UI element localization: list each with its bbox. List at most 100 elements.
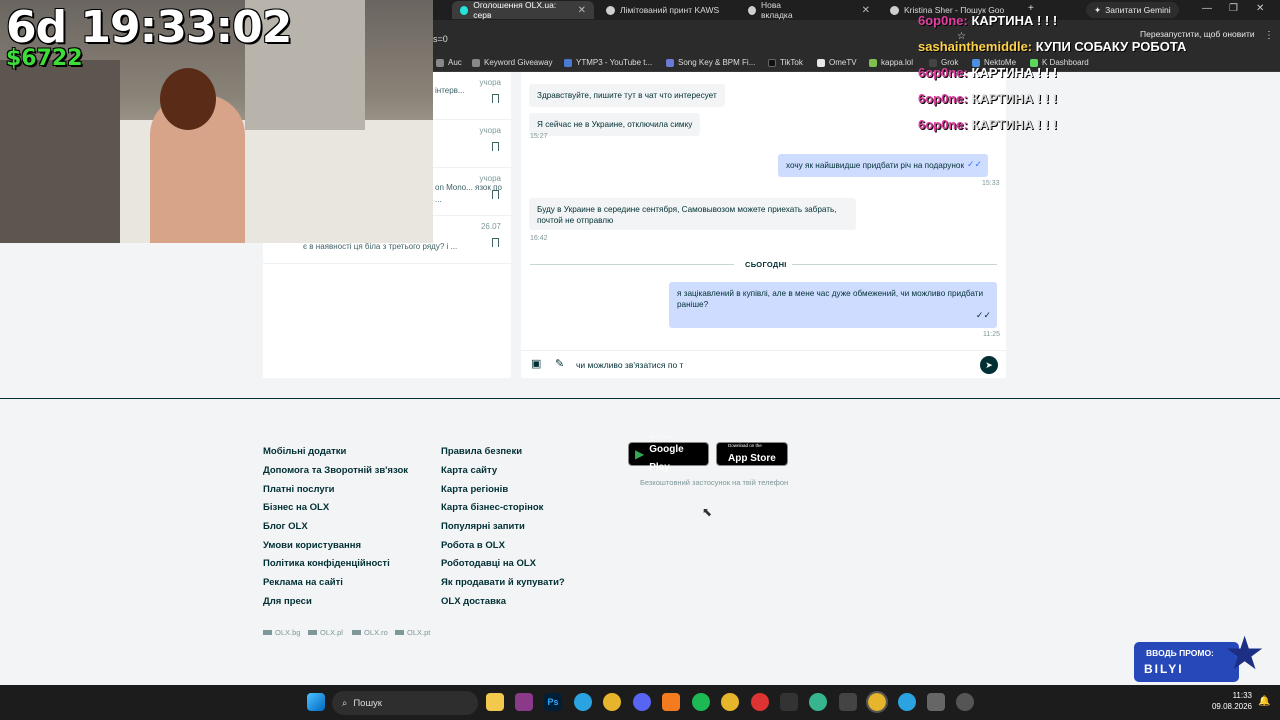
country-label: OLX.ro <box>364 628 388 637</box>
olx-favicon-icon <box>460 5 469 15</box>
restart-button[interactable]: Перезапустити, щоб оновити <box>1140 29 1255 39</box>
star-icon: ★ <box>1224 627 1266 679</box>
footer-link[interactable]: Карта сайту <box>441 465 497 476</box>
discord-icon[interactable] <box>633 693 651 711</box>
tab-title: Оголошення OLX.ua: серв <box>473 0 557 20</box>
bookmark-icon[interactable] <box>492 190 499 199</box>
bookmark-label: Song Key & BPM Fi... <box>678 58 756 67</box>
footer-link[interactable]: Карта регіонів <box>441 484 508 495</box>
webcam-hair <box>160 68 216 130</box>
windows-start-icon[interactable] <box>307 693 325 711</box>
chrome-icon[interactable] <box>603 693 621 711</box>
app-icon[interactable] <box>751 693 769 711</box>
footer-link[interactable]: Для преси <box>263 596 312 607</box>
app-note: Безкоштовний застосунок на твій телефон <box>640 478 789 487</box>
google-play-button[interactable]: ▶ GET IT ON Google Play <box>628 434 709 473</box>
footer-link[interactable]: Робота в OLX <box>441 540 505 551</box>
file-explorer-icon[interactable] <box>486 693 504 711</box>
taskbar-clock[interactable]: 11:33 09.08.2026 <box>1210 690 1252 712</box>
footer-link[interactable]: Блог OLX <box>263 521 308 532</box>
bookmark-icon <box>869 58 877 67</box>
image-icon[interactable]: ▣ <box>531 358 543 370</box>
conversation-date: учора <box>479 78 501 87</box>
bookmark-icon <box>564 58 572 67</box>
message-input[interactable] <box>576 358 956 372</box>
date-divider <box>792 264 997 265</box>
telegram-icon[interactable] <box>574 693 592 711</box>
bookmark-icon[interactable] <box>492 142 499 151</box>
chrome-icon[interactable] <box>721 693 739 711</box>
flag-icon <box>352 630 361 635</box>
bookmark[interactable]: Song Key & BPM Fi... <box>666 58 755 67</box>
bookmark[interactable]: OmeTV <box>817 58 857 67</box>
message-text: я зацікавлений в купівлі, але в мене час… <box>677 289 984 309</box>
bookmark[interactable]: kappa.lol <box>869 58 913 67</box>
bookmark[interactable]: YTMP3 - YouTube t... <box>564 58 652 67</box>
message-time: 15:33 <box>982 180 1000 187</box>
close-icon[interactable]: ✕ <box>862 5 870 16</box>
store-label: Google Play <box>649 443 684 473</box>
footer-link[interactable]: Мобільні додатки <box>263 446 346 457</box>
stream-chat-line: 6op0ne: КАРТИНА ! ! ! <box>918 91 1057 106</box>
footer-link[interactable]: OLX доставка <box>441 596 506 607</box>
footer-link[interactable]: Платні послуги <box>263 484 335 495</box>
country-label: OLX.bg <box>275 628 301 637</box>
window-close-icon[interactable]: ✕ <box>1256 3 1264 14</box>
app-icon[interactable] <box>662 693 680 711</box>
footer-link[interactable]: Роботодавці на OLX <box>441 558 536 569</box>
app-icon[interactable] <box>956 693 974 711</box>
app-icon[interactable] <box>515 693 533 711</box>
chrome-icon[interactable] <box>866 691 888 713</box>
country-link[interactable]: OLX.ro <box>352 628 388 637</box>
tiktok-icon <box>768 58 776 67</box>
message-incoming: Я сейчас не в Украине, отключила симку <box>529 113 701 136</box>
store-small-label: GET IT ON <box>649 433 672 439</box>
tab-new[interactable]: Нова вкладка ✕ <box>740 0 878 20</box>
bookmark-label: OmeTV <box>829 58 857 67</box>
close-icon[interactable]: ✕ <box>578 5 586 16</box>
minimize-icon[interactable]: — <box>1202 3 1212 14</box>
footer-link[interactable]: Карта бізнес-сторінок <box>441 502 543 513</box>
bookmark-icon[interactable] <box>492 238 499 247</box>
bookmark-icon[interactable] <box>492 94 499 103</box>
terminal-icon[interactable] <box>839 693 857 711</box>
attachment-icon[interactable]: ✎ <box>555 358 567 370</box>
taskbar-search[interactable]: ⌕ Пошук <box>332 691 478 715</box>
bookmark[interactable]: Auc <box>436 58 462 67</box>
promo-label: ВВОДЬ ПРОМО: <box>1146 648 1214 658</box>
url-text[interactable]: s=0 <box>433 34 448 44</box>
maximize-icon[interactable]: ❐ <box>1229 3 1238 14</box>
app-store-button[interactable]: Download on the App Store <box>716 442 788 466</box>
footer-link[interactable]: Бізнес на OLX <box>263 502 329 513</box>
app-icon[interactable] <box>809 693 827 711</box>
chat-message: КУПИ СОБАКУ РОБОТА <box>1035 39 1187 54</box>
clock-date: 09.08.2026 <box>1211 702 1252 711</box>
chat-user: 6op0ne: <box>918 65 968 80</box>
footer-link[interactable]: Умови користування <box>263 540 361 551</box>
photoshop-icon[interactable]: Ps <box>544 693 562 711</box>
tab-olx[interactable]: Оголошення OLX.ua: серв ✕ <box>452 0 594 20</box>
footer-link[interactable]: Допомога та Зворотній зв'язок <box>263 465 408 476</box>
calculator-icon[interactable] <box>927 693 945 711</box>
app-icon[interactable] <box>780 693 798 711</box>
send-button[interactable]: ➤ <box>980 356 998 374</box>
bookmark[interactable]: TikTok <box>768 58 803 67</box>
country-link[interactable]: OLX.pt <box>395 628 430 637</box>
footer-link[interactable]: Політика конфіденційності <box>263 558 390 569</box>
footer-link[interactable]: Правила безпеки <box>441 446 522 457</box>
tab-kaws[interactable]: Лімітований принт KAWS <box>598 1 736 19</box>
country-link[interactable]: OLX.bg <box>263 628 300 637</box>
footer-link[interactable]: Як продавати й купувати? <box>441 577 565 588</box>
footer-link[interactable]: Реклама на сайті <box>263 577 343 588</box>
gemini-button[interactable]: ✦ Запитати Gemini <box>1086 2 1179 18</box>
notification-icon[interactable]: 🔔 <box>1258 696 1270 707</box>
read-checkmarks-icon: ✓✓ <box>975 310 991 320</box>
bookmark[interactable]: Keyword Giveaway <box>472 58 552 67</box>
footer-link[interactable]: Популярні запити <box>441 521 525 532</box>
telegram-icon[interactable] <box>898 693 916 711</box>
spotify-icon[interactable] <box>692 693 710 711</box>
country-link[interactable]: OLX.pl <box>308 628 343 637</box>
more-menu-icon[interactable]: ⋮ <box>1264 30 1274 41</box>
send-icon: ➤ <box>985 359 993 370</box>
bookmark-label: YTMP3 - YouTube t... <box>576 58 653 67</box>
